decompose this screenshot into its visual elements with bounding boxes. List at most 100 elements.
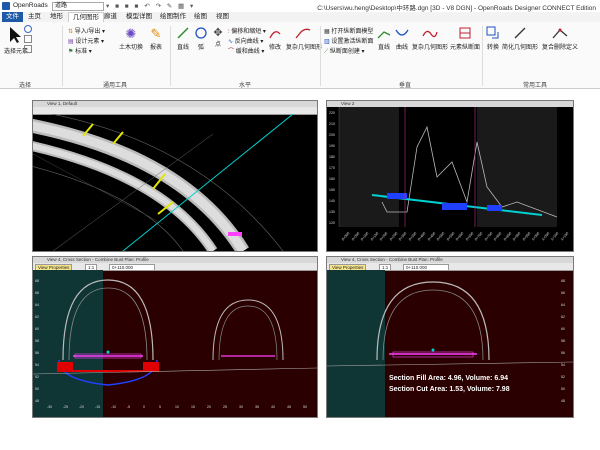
modify-icon xyxy=(269,31,281,39)
offset-shorten-button[interactable]: ⫶ 偏移和缩短 ▾ xyxy=(228,26,266,36)
xs1-y-tick: 64 xyxy=(35,303,39,307)
tab-corridor[interactable]: 廊道 xyxy=(100,12,121,22)
reports-button[interactable]: ✎ 报表 xyxy=(146,26,166,51)
xs2-y-tick: 62 xyxy=(561,315,565,319)
xs1-y-tick: 62 xyxy=(35,315,39,319)
group-label-horizontal: 水平 xyxy=(238,83,251,89)
plan-view[interactable]: View 1, Default xyxy=(32,100,318,252)
profile-y-tick: 160 xyxy=(329,177,335,181)
civil-toggle-button[interactable]: ✺ 土木切换 xyxy=(118,26,144,51)
gear-icon: ✺ xyxy=(125,26,137,41)
element-profile-icon xyxy=(459,27,471,39)
xs1-x-tick: -5 xyxy=(127,405,131,409)
profile-x-tick: 0+650 xyxy=(464,231,474,242)
xs1-x-tick: -30 xyxy=(47,405,53,409)
xs1-y-tick: 66 xyxy=(35,291,39,295)
simplify-geometry-button[interactable]: 简化几何图形 xyxy=(502,26,538,51)
xs1-x-tick: 15 xyxy=(191,405,195,409)
profile-y-tick: 190 xyxy=(329,144,335,148)
set-active-profile-button[interactable]: ▥ 设置激活纵断面 xyxy=(324,36,373,45)
point-icon: ✥ xyxy=(213,27,223,39)
xs2-y-tick: 58 xyxy=(561,339,565,343)
complex-geometry-icon xyxy=(295,28,311,39)
profile-y-tick: 210 xyxy=(329,122,335,126)
design-elements-button[interactable]: ▤ 设计元素 ▾ xyxy=(68,36,104,45)
group-label-select: 选择 xyxy=(18,83,31,89)
xs2-y-tick: 64 xyxy=(561,303,565,307)
profile-x-tick: 0+800 xyxy=(493,231,503,242)
xs1-x-tick: 50 xyxy=(303,405,307,409)
arrow-cursor-icon xyxy=(10,27,21,43)
transition-curve-button[interactable]: ⌒ 缓和曲线 ▾ xyxy=(228,46,264,55)
xs1-x-tick: -25 xyxy=(63,405,69,409)
profile-x-tick: 0+250 xyxy=(388,231,398,242)
tab-view[interactable]: 视图 xyxy=(212,12,233,22)
tab-drawing[interactable]: 绘图 xyxy=(190,12,211,22)
profile-x-tick: 0+950 xyxy=(521,231,531,242)
horizontal-point-button[interactable]: ✥ 点 xyxy=(210,26,226,48)
line-icon xyxy=(177,27,189,39)
element-profile-button[interactable]: 元素纵断面 xyxy=(450,26,480,51)
profile-x-tick: 1+000 xyxy=(531,231,541,242)
xs1-x-tick: -15 xyxy=(95,405,101,409)
profile-y-tick: 170 xyxy=(329,166,335,170)
convert-button[interactable]: 转换 xyxy=(484,26,502,51)
open-profile-model-button[interactable]: ▦ 打开纵断面模型 xyxy=(324,26,373,35)
xs2-y-tick: 60 xyxy=(561,327,565,331)
section-cut-area-text: Section Cut Area: 1.53, Volume: 7.98 xyxy=(389,386,510,393)
xs1-x-tick: -20 xyxy=(79,405,85,409)
vertical-complex-geometry-button[interactable]: 复杂几何图形 xyxy=(412,26,448,51)
horizontal-line-button[interactable]: 直线 xyxy=(174,26,192,51)
group-label-general: 通用工具 xyxy=(102,83,127,89)
profile-y-tick: 120 xyxy=(329,221,335,225)
workspace-dropdown[interactable]: 道路 xyxy=(52,2,104,11)
xs1-x-tick: -10 xyxy=(111,405,117,409)
profile-x-tick: 0+500 xyxy=(436,231,446,242)
complex-geometry-button[interactable]: 复杂几何图形 xyxy=(286,26,322,51)
vertical-line-button[interactable]: 直线 xyxy=(376,26,392,51)
cross-section-view-right[interactable]: View 4, Cross Section - Combine Bust Pla… xyxy=(326,256,574,418)
profile-x-tick: 0+050 xyxy=(350,231,360,242)
import-export-button[interactable]: ⇅ 导入/导出 ▾ xyxy=(68,26,105,35)
modify-button[interactable]: 修改 xyxy=(266,26,284,51)
compound-delete-button[interactable]: 复合删除定义 xyxy=(540,26,580,51)
tab-model-detail[interactable]: 模型详图 xyxy=(122,12,156,22)
xs1-x-tick: 25 xyxy=(223,405,227,409)
select-options[interactable] xyxy=(24,25,32,53)
profile-x-tick: 0+400 xyxy=(417,231,427,242)
profile-x-axis: 0+000 0+050 0+100 0+150 0+200 0+250 0+300 0+350… xyxy=(341,229,569,245)
xs1-x-tick: 30 xyxy=(239,405,243,409)
profile-x-tick: 0+700 xyxy=(474,231,484,242)
tab-home[interactable]: 主页 xyxy=(24,12,45,22)
profile-create-button[interactable]: ⟋ 纵断面创建 ▾ xyxy=(324,46,365,56)
xs1-y-tick: 60 xyxy=(35,327,39,331)
xs2-y-tick: 52 xyxy=(561,375,565,379)
profile-x-tick: 1+150 xyxy=(559,231,569,242)
xs1-y-tick: 56 xyxy=(35,351,39,355)
xs1-x-tick: 10 xyxy=(175,405,179,409)
reverse-curve-button[interactable]: ∿ 反向曲线 ▾ xyxy=(228,36,263,45)
profile-x-tick: 0+600 xyxy=(455,231,465,242)
tab-drawing-production[interactable]: 绘图制作 xyxy=(156,12,190,22)
profile-view[interactable]: View 2 220 210 200 190 180 170 160 150 140 130 120… xyxy=(326,100,574,252)
xs1-y-tick: 48 xyxy=(35,399,39,403)
quick-access-toolbar[interactable]: ▾ ■ ■ ■ ↶ ↷ ✎ ▦ ▾ xyxy=(106,2,195,10)
horizontal-arc-button[interactable]: 弧 xyxy=(192,26,210,51)
profile-y-tick: 140 xyxy=(329,199,335,203)
ribbon-tabs: 文件 主页 地形 几何图形 廊道 模型详图 绘图制作 绘图 视图 xyxy=(0,12,600,23)
cross-section-view-left[interactable]: View 4, Cross Section - Combine Bust Pla… xyxy=(32,256,318,418)
tab-terrain[interactable]: 地形 xyxy=(46,12,67,22)
vertical-curve-button[interactable]: 曲线 xyxy=(394,26,410,51)
xs1-y-tick: 52 xyxy=(35,375,39,379)
vertical-curve-icon xyxy=(395,29,409,36)
app-name: OpenRoads xyxy=(13,2,48,9)
profile-x-tick: 0+550 xyxy=(445,231,455,242)
tab-file[interactable]: 文件 xyxy=(2,12,23,22)
xs1-x-tick: 40 xyxy=(271,405,275,409)
standards-button[interactable]: ⚑ 标准 ▾ xyxy=(68,46,92,55)
profile-x-tick: 0+000 xyxy=(341,231,351,242)
profile-x-tick: 0+100 xyxy=(360,231,370,242)
xs2-drawing xyxy=(327,270,573,417)
xs1-y-tick: 58 xyxy=(35,339,39,343)
xs2-y-tick: 68 xyxy=(561,279,565,283)
